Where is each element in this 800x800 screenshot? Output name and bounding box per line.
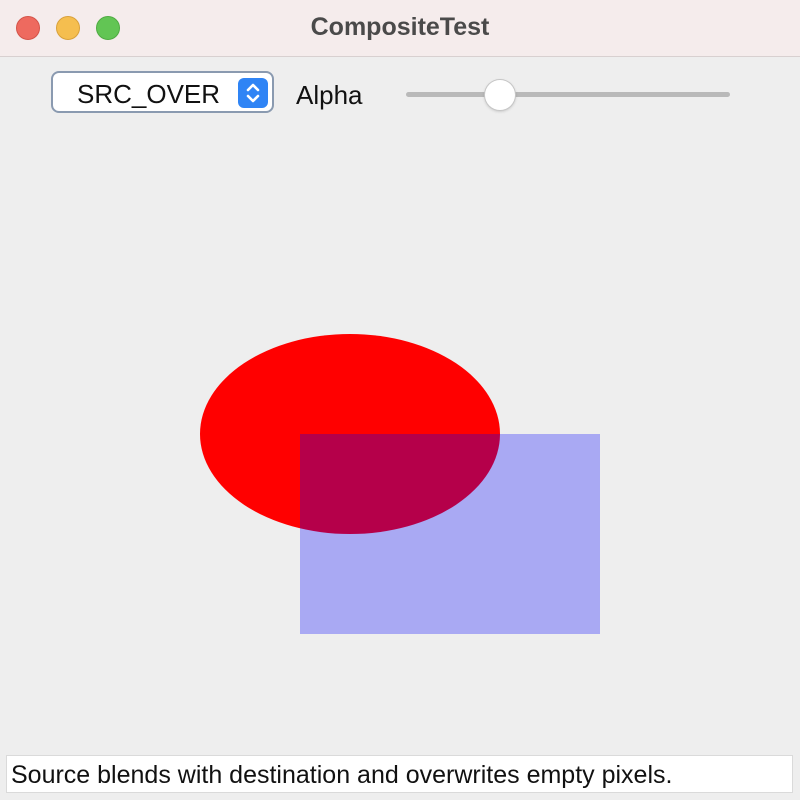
status-message: Source blends with destination and overw… (11, 761, 673, 789)
app-window: CompositeTest SRC_OVER Alpha Source blen… (0, 0, 800, 800)
alpha-label: Alpha (296, 80, 363, 110)
alpha-slider-thumb[interactable] (484, 80, 515, 110)
title-bar[interactable]: CompositeTest (0, 0, 800, 57)
blue-rectangle (300, 434, 600, 634)
composite-mode-value: SRC_OVER (77, 79, 221, 109)
composite-canvas (200, 334, 600, 634)
status-bar: Source blends with destination and overw… (6, 755, 793, 793)
chevron-up-down-icon (238, 78, 268, 108)
window-title: CompositeTest (310, 13, 490, 41)
composite-mode-select[interactable]: SRC_OVER (51, 71, 274, 113)
alpha-slider[interactable] (406, 92, 730, 97)
